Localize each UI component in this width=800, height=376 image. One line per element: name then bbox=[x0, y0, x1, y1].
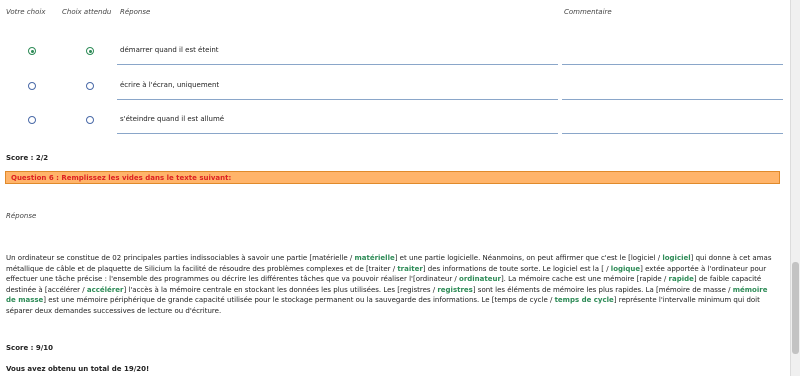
header-answer: Réponse bbox=[120, 8, 151, 16]
answer-text-2: écrire à l'écran, uniquement bbox=[120, 81, 220, 89]
user-choice-radio-3[interactable] bbox=[28, 116, 36, 124]
response-label: Réponse bbox=[6, 212, 37, 220]
correct-answer: logique bbox=[610, 264, 641, 273]
score-question-6: Score : 9/10 bbox=[6, 344, 54, 352]
user-choice-radio-2[interactable] bbox=[28, 82, 36, 90]
correct-answer: accélérer bbox=[86, 285, 124, 294]
fill-in-paragraph: Un ordinateur se constitue de 02 princip… bbox=[6, 254, 772, 315]
answer-row-3: s'éteindre quand il est allumé bbox=[0, 109, 790, 139]
header-your-choice: Votre choix bbox=[6, 8, 46, 16]
answer-divider bbox=[117, 99, 558, 100]
correct-answer: traiter bbox=[397, 264, 423, 273]
header-expected-choice: Choix attendu bbox=[62, 8, 112, 16]
correct-answer: registres bbox=[437, 285, 473, 294]
answer-row-1: démarrer quand il est éteint bbox=[0, 40, 790, 70]
expected-choice-radio-3 bbox=[86, 116, 94, 124]
correct-answer: ordinateur bbox=[459, 275, 501, 283]
correct-answer: logiciel bbox=[662, 254, 691, 262]
scrollbar-thumb[interactable] bbox=[792, 262, 799, 354]
comment-divider bbox=[562, 133, 783, 134]
answer-text-1: démarrer quand il est éteint bbox=[120, 46, 219, 54]
correct-answer: matérielle bbox=[354, 254, 395, 262]
answer-text-3: s'éteindre quand il est allumé bbox=[120, 115, 225, 123]
vertical-scrollbar[interactable] bbox=[790, 0, 800, 376]
question-title: Question 6 : Remplissez les vides dans l… bbox=[11, 174, 232, 182]
answer-divider bbox=[117, 133, 558, 134]
comment-divider bbox=[562, 64, 783, 65]
question-banner: Question 6 : Remplissez les vides dans l… bbox=[5, 171, 780, 184]
score-question-5: Score : 2/2 bbox=[6, 154, 49, 162]
total-score: Vous avez obtenu un total de 19/20! bbox=[6, 365, 150, 373]
correct-answer: temps de cycle bbox=[554, 296, 614, 304]
answer-row-2: écrire à l'écran, uniquement bbox=[0, 75, 790, 105]
comment-divider bbox=[562, 99, 783, 100]
expected-choice-radio-2 bbox=[86, 82, 94, 90]
correct-answer: rapide bbox=[668, 275, 694, 283]
expected-choice-radio-1 bbox=[86, 47, 94, 55]
quiz-results-page: Votre choix Choix attendu Réponse Commen… bbox=[0, 0, 790, 376]
user-choice-radio-1[interactable] bbox=[28, 47, 36, 55]
header-comment: Commentaire bbox=[564, 8, 612, 16]
answer-divider bbox=[117, 64, 558, 65]
